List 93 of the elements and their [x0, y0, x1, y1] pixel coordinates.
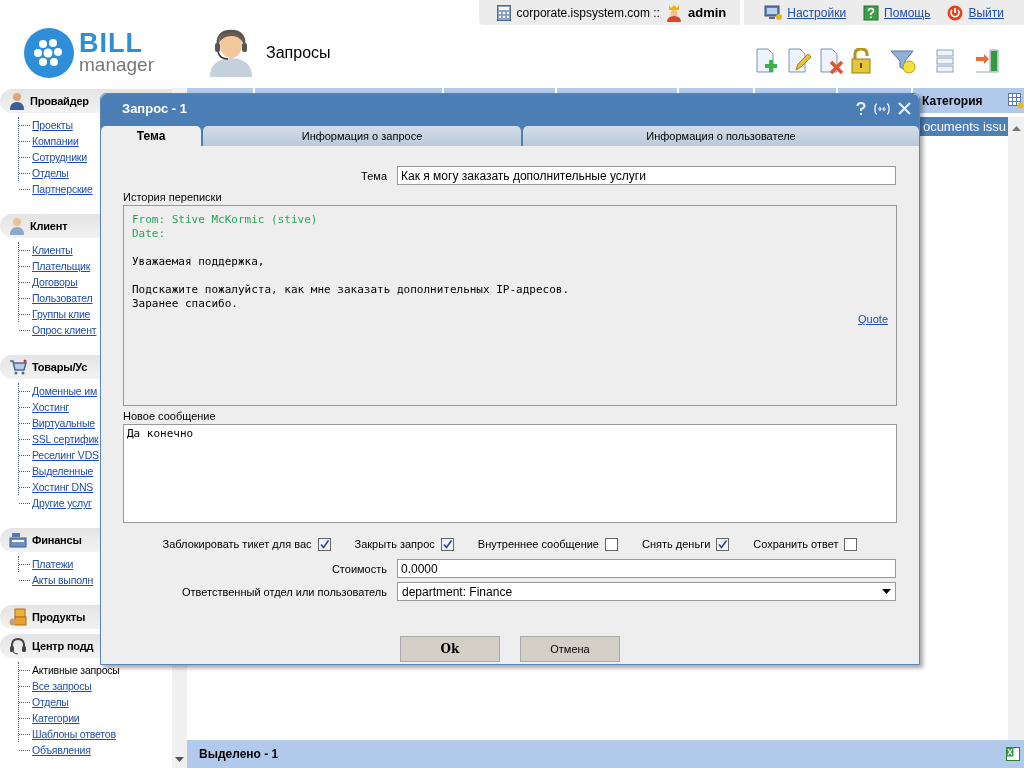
sidebar-item[interactable]: Пользовател — [32, 292, 93, 304]
boxes-icon — [9, 608, 27, 626]
checkbox[interactable] — [716, 537, 730, 551]
sidebar-item[interactable]: Акты выполн — [32, 574, 94, 586]
message-field[interactable]: Да конечно — [123, 424, 897, 523]
table-settings-icon[interactable] — [1008, 92, 1024, 109]
calculator-icon — [496, 4, 511, 21]
sidebar-item[interactable]: Выделенные — [32, 465, 94, 477]
logo-icon — [24, 27, 74, 78]
spreadsheet-icon[interactable] — [1006, 747, 1020, 761]
checkbox[interactable] — [844, 537, 858, 551]
resize-icon[interactable] — [874, 102, 890, 115]
sidebar-item[interactable]: Договоры — [32, 276, 78, 288]
checkbox[interactable] — [440, 537, 454, 551]
table-cell: ocuments issu — [922, 119, 1006, 134]
field-label: Ответственный отдел или пользователь — [181, 585, 388, 598]
sidebar-item[interactable]: Партнерские — [32, 183, 93, 195]
dropdown-arrow-icon[interactable] — [882, 589, 891, 594]
sidebar-item[interactable]: Категории — [32, 712, 80, 724]
sidebar-item[interactable]: Другие услуг — [32, 497, 92, 509]
sidebar-item[interactable]: Проекты — [32, 119, 73, 131]
help-icon — [863, 4, 880, 21]
filter-icon[interactable] — [890, 47, 916, 74]
dialog-button[interactable]: Отмена — [520, 636, 620, 662]
checkbox[interactable] — [605, 537, 618, 551]
checkbox-label: Снять деньги — [642, 538, 711, 550]
sidebar-item[interactable]: Сотрудники — [32, 151, 87, 163]
sidebar-item[interactable]: Активные запросы — [32, 664, 120, 676]
scroll-up-arrow-icon[interactable] — [1011, 126, 1021, 131]
checkbox-label: Сохранить ответ — [753, 538, 839, 550]
padlock-icon[interactable] — [850, 47, 872, 74]
sidebar-item[interactable]: Отделы — [32, 167, 69, 179]
dialog-button[interactable]: Ok — [400, 636, 500, 662]
sidebar-item[interactable]: Плательщик — [32, 260, 91, 272]
sidebar-item[interactable]: Доменные им — [32, 385, 97, 397]
sidebar-item[interactable]: Объявления — [32, 744, 91, 756]
subject-field[interactable]: Как я могу заказать дополнительные услуги — [397, 166, 896, 185]
sidebar-item[interactable]: Группы клие — [32, 308, 91, 320]
page-title: Запросы — [266, 43, 331, 62]
sidebar-item[interactable]: SSL сертифик — [32, 433, 99, 445]
sidebar-item[interactable]: Виртуальные — [32, 417, 95, 429]
scroll-down-arrow-icon[interactable] — [175, 757, 185, 762]
edit-document-icon[interactable] — [786, 47, 812, 74]
host-name: corporate.ispsystem.com :: — [516, 5, 660, 20]
message-text: Подскажите пожалуйста, как мне заказать дополнительных IP-адресов. — [132, 283, 571, 297]
sidebar-item[interactable]: Все запросы — [32, 680, 92, 692]
cart-icon — [9, 359, 27, 375]
field-label: Стоимость — [330, 562, 388, 575]
person-icon — [9, 92, 25, 110]
responsible-dropdown[interactable]: department: Finance — [397, 582, 896, 601]
sidebar-item[interactable]: Опрос клиент — [32, 324, 97, 336]
sidebar-item[interactable]: Шаблоны ответов — [32, 728, 116, 740]
sidebar-item[interactable]: Хостинг — [32, 401, 69, 413]
user-name: admin — [687, 5, 727, 20]
selection-count: Выделено - 1 — [199, 747, 279, 761]
quote-link[interactable]: Quote — [858, 313, 888, 325]
sidebar-item[interactable]: Отделы — [32, 696, 69, 708]
sidebar-item[interactable]: Клиенты — [32, 244, 73, 256]
header-link[interactable]: Настройки — [787, 5, 847, 20]
section-label: История переписки — [123, 191, 223, 203]
sidebar-item[interactable]: Хостинг DNS — [32, 481, 94, 493]
checkbox-label: Закрыть запрос — [354, 538, 435, 550]
cost-field[interactable]: 0.0000 — [397, 559, 896, 578]
tab[interactable]: Тема — [101, 126, 201, 146]
monitor-icon — [764, 4, 783, 21]
header-link[interactable]: Помощь — [884, 5, 931, 20]
checkbox[interactable] — [317, 537, 331, 551]
cash-register-icon — [9, 532, 27, 548]
sidebar-item[interactable]: Реселинг VDS — [32, 449, 99, 461]
delete-document-icon[interactable] — [818, 47, 844, 74]
close-icon[interactable] — [898, 102, 911, 115]
exit-door-icon[interactable] — [974, 47, 1000, 74]
headset-icon — [9, 637, 27, 655]
tab[interactable]: Информация о пользователе — [523, 126, 919, 146]
logo-subtext: manager — [79, 56, 154, 75]
header-link[interactable]: Выйти — [968, 5, 1004, 20]
message-text: Заранее спасибо. — [132, 297, 239, 311]
section-label: Новое сообщение — [123, 410, 217, 422]
scrollbar[interactable] — [1008, 117, 1024, 740]
logo-text: BILL — [79, 30, 144, 57]
field-label: Тема — [360, 169, 388, 182]
tab[interactable]: Информация о запросе — [203, 126, 521, 146]
column-header[interactable]: Категория — [922, 93, 1008, 108]
message-text: Уважаемая поддержка, — [132, 255, 266, 269]
message-date: Date: — [132, 227, 167, 241]
sidebar-item[interactable]: Компании — [32, 135, 79, 147]
sidebar-item[interactable]: Платежи — [32, 558, 74, 570]
help-icon[interactable] — [856, 101, 866, 116]
crowned-user-icon — [665, 3, 682, 22]
checkbox-label: Внутреннее сообщение — [477, 538, 599, 550]
power-icon — [947, 4, 964, 21]
add-document-icon[interactable] — [754, 47, 780, 74]
person-icon — [9, 217, 25, 235]
